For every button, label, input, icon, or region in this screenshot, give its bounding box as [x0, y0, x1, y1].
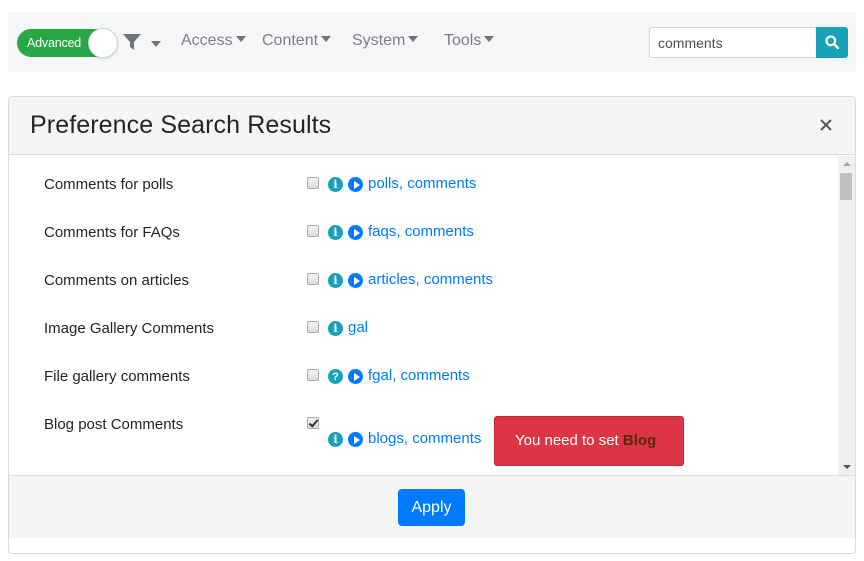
help-icon[interactable]: ?	[328, 369, 343, 384]
play-icon[interactable]	[348, 273, 363, 288]
top-navbar: Advanced Access Content System Tools	[8, 12, 856, 72]
menu-content[interactable]: Content	[262, 32, 332, 50]
play-icon[interactable]	[348, 369, 363, 384]
modal-body: Comments for polls i polls, comments Com…	[9, 156, 855, 475]
modal-header: Preference Search Results	[9, 97, 855, 155]
preference-checkbox[interactable]	[307, 369, 319, 381]
modal-title: Preference Search Results	[30, 111, 332, 139]
play-icon[interactable]	[348, 225, 363, 240]
tag-link[interactable]: fgal	[368, 367, 392, 384]
menu-tools-label: Tools	[444, 32, 482, 49]
preference-row: Blog post Comments i blogs, comments	[44, 416, 482, 447]
preference-row: File gallery comments ? fgal, comments	[44, 367, 470, 385]
menu-access[interactable]: Access	[181, 32, 246, 50]
apply-button[interactable]: Apply	[398, 489, 465, 526]
tag-link[interactable]: comments	[407, 175, 476, 192]
scroll-down-arrow-icon[interactable]	[843, 465, 851, 469]
menu-system[interactable]: System	[352, 32, 419, 50]
info-icon[interactable]: i	[328, 177, 343, 192]
search-input[interactable]	[649, 27, 817, 58]
preference-checkbox[interactable]	[307, 321, 319, 333]
search-button[interactable]	[816, 27, 848, 58]
preference-label: Blog post Comments	[44, 416, 184, 433]
toggle-label: Advanced	[27, 36, 81, 50]
preference-row: Comments for FAQs i faqs, comments	[44, 223, 474, 241]
preference-checkbox[interactable]	[307, 273, 319, 285]
toggle-knob[interactable]	[88, 28, 118, 58]
tag-link[interactable]: comments	[424, 271, 493, 288]
play-icon[interactable]	[348, 177, 363, 192]
warning-emphasis[interactable]: Blog	[623, 432, 656, 449]
tag-link[interactable]: blogs	[368, 430, 404, 447]
menu-content-label: Content	[262, 32, 319, 49]
tag-link[interactable]: gal	[348, 319, 368, 336]
chevron-down-icon	[151, 41, 161, 47]
dependency-warning-alert: You need to set Blog	[494, 416, 684, 466]
info-icon[interactable]: i	[328, 273, 343, 288]
scrollbar-thumb[interactable]	[840, 173, 852, 200]
preference-row: Comments for polls i polls, comments	[44, 175, 477, 193]
preference-label: File gallery comments	[44, 368, 190, 385]
preference-checkbox[interactable]	[307, 225, 319, 237]
info-icon[interactable]: i	[328, 225, 343, 240]
filter-icon	[123, 34, 141, 50]
info-icon[interactable]: i	[328, 432, 343, 447]
chevron-down-icon	[484, 36, 495, 43]
tag-link[interactable]: comments	[401, 367, 470, 384]
tag-link[interactable]: faqs	[368, 223, 396, 240]
preference-search-modal: Preference Search Results Comments for p…	[8, 96, 856, 554]
scroll-up-arrow-icon[interactable]	[843, 162, 851, 166]
filter-dropdown-button[interactable]	[123, 32, 163, 56]
preference-checkbox[interactable]	[307, 177, 319, 189]
menu-tools[interactable]: Tools	[444, 32, 495, 50]
preference-row: Comments on articles i articles, comment…	[44, 271, 494, 289]
chevron-down-icon	[408, 36, 419, 43]
modal-footer: Apply	[9, 475, 855, 538]
close-button[interactable]	[818, 114, 834, 134]
tag-link[interactable]: articles	[368, 271, 416, 288]
preference-label: Comments for FAQs	[44, 224, 180, 241]
preference-label: Comments on articles	[44, 272, 190, 289]
tag-link[interactable]: comments	[405, 223, 474, 240]
close-icon	[820, 119, 832, 131]
tag-link[interactable]: comments	[412, 430, 481, 447]
preference-row: Image Gallery Comments i gal	[9, 319, 839, 360]
chevron-down-icon	[321, 36, 332, 43]
info-icon[interactable]: i	[328, 321, 343, 336]
search-form	[649, 27, 848, 58]
advanced-mode-toggle[interactable]: Advanced	[17, 28, 118, 58]
preference-checkbox[interactable]	[307, 417, 319, 429]
menu-access-label: Access	[181, 32, 233, 49]
preference-label: Image Gallery Comments	[44, 320, 215, 337]
play-icon[interactable]	[348, 432, 363, 447]
vertical-scrollbar[interactable]	[838, 156, 855, 475]
search-icon	[825, 35, 839, 49]
preference-label: Comments for polls	[44, 176, 174, 193]
warning-text: You need to set	[515, 432, 623, 449]
menu-system-label: System	[352, 32, 406, 49]
tag-link[interactable]: polls	[368, 175, 399, 192]
chevron-down-icon	[235, 36, 246, 43]
